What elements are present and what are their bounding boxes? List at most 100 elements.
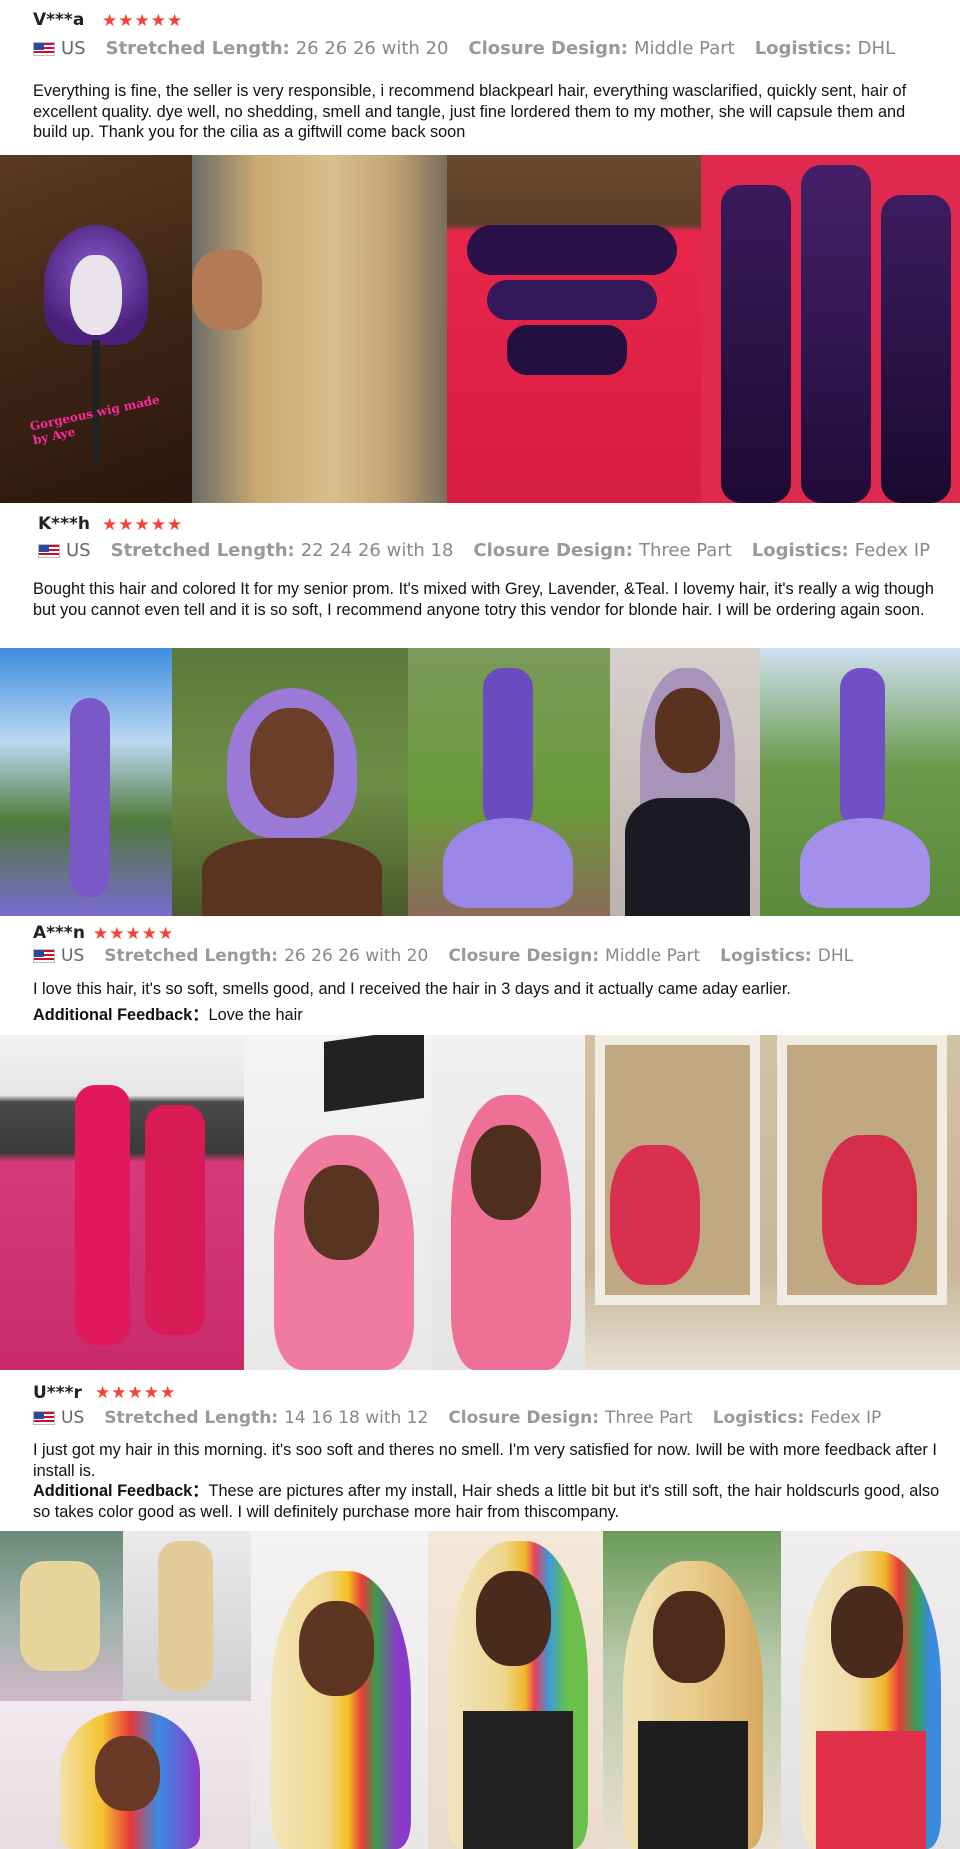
closure-value: Three Part [638,540,732,561]
star-icon: ★ [141,924,157,943]
length-value: 14 16 18 with 12 [284,1408,429,1428]
review-photo[interactable] [585,1035,772,1370]
rating-stars: ★ ★ ★ ★ ★ [102,516,182,533]
country-label: US [61,38,86,59]
us-flag-icon [33,41,55,56]
review-photo[interactable] [772,1035,960,1370]
rating-stars: ★ ★ ★ ★ ★ [95,1384,175,1401]
review-photos [0,1035,960,1370]
closure-label: Closure Design: [448,946,600,966]
review-photo[interactable] [760,648,960,916]
review-photo[interactable] [0,1701,251,1849]
star-icon: ★ [143,1383,159,1402]
star-icon: ★ [134,11,150,30]
reviewer-name: K***h [38,514,90,534]
length-label: Stretched Length: [104,946,279,966]
additional-feedback-label: Additional Feedback： [33,1482,209,1500]
closure-label: Closure Design: [448,1408,600,1428]
star-icon: ★ [102,11,118,30]
star-icon: ★ [167,11,183,30]
length-value: 26 26 26 with 20 [295,38,449,59]
closure-value: Middle Part [605,946,701,966]
logistics-label: Logistics: [720,946,812,966]
review-photo[interactable] [428,1531,603,1849]
logistics-value: DHL [817,946,854,966]
star-icon: ★ [134,515,150,534]
review-text: I love this hair, it's so soft, smells g… [33,980,791,998]
review-photo[interactable] [244,1035,431,1370]
star-icon: ★ [118,11,134,30]
closure-label: Closure Design: [473,540,633,561]
additional-feedback-text: Love the hair [208,1006,303,1024]
closure-value: Middle Part [633,38,735,59]
review-photos [0,1531,960,1849]
us-flag-icon [33,1411,55,1425]
star-icon: ★ [150,515,166,534]
review-photos [0,648,960,916]
us-flag-icon [33,949,55,963]
star-icon: ★ [167,515,183,534]
rating-stars: ★ ★ ★ ★ ★ [102,12,182,29]
reviewer-name: U***r [33,1383,82,1403]
length-value: 26 26 26 with 20 [284,946,429,966]
length-label: Stretched Length: [105,38,290,59]
review-text: I just got my hair in this morning. it's… [33,1441,937,1480]
review-photo[interactable] [431,1035,585,1370]
logistics-label: Logistics: [712,1408,805,1428]
review-text: Everything is fine, the seller is very r… [33,82,907,141]
review-photo[interactable] [701,155,960,503]
review-card: U***r ★ ★ ★ ★ ★ US Stretched Length: 14 … [0,1370,960,1849]
logistics-value: Fedex IP [810,1408,882,1428]
review-card: K***h ★ ★ ★ ★ ★ US Stretched Length: 22 … [0,503,960,916]
reviewer-name: V***a [33,10,85,30]
closure-label: Closure Design: [468,38,628,59]
review-photo[interactable] [603,1531,781,1849]
review-photo[interactable] [447,155,701,503]
star-icon: ★ [160,1383,176,1402]
length-value: 22 24 26 with 18 [300,540,454,561]
review-card: V***a ★ ★ ★ ★ ★ US Stretched Length: 26 … [0,0,960,503]
logistics-label: Logistics: [751,540,849,561]
review-meta: US Stretched Length: 26 26 26 with 20 Cl… [33,38,915,59]
length-label: Stretched Length: [104,1408,279,1428]
country-label: US [66,540,91,561]
reviewer-name: A***n [33,923,85,943]
review-photo[interactable] [408,648,610,916]
review-meta: US Stretched Length: 14 16 18 with 12 Cl… [33,1408,901,1428]
additional-feedback-label: Additional Feedback： [33,1006,209,1024]
additional-feedback: Additional Feedback：Love the hair [33,1005,943,1026]
star-icon: ★ [95,1383,111,1402]
review-meta: US Stretched Length: 26 26 26 with 20 Cl… [33,946,873,966]
star-icon: ★ [158,924,174,943]
review-photos: Gorgeous wig made by Aye [0,155,960,503]
review-photo[interactable] [781,1531,960,1849]
review-photo[interactable] [0,648,172,916]
review-text: Bought this hair and colored It for my s… [33,580,934,619]
star-icon: ★ [118,515,134,534]
review-photo[interactable] [0,1531,123,1701]
star-icon: ★ [102,515,118,534]
review-photo[interactable] [172,648,408,916]
additional-feedback: Additional Feedback：These are pictures a… [33,1481,943,1522]
review-photo[interactable]: Gorgeous wig made by Aye [0,155,192,503]
star-icon: ★ [93,924,109,943]
review-photo[interactable] [0,1035,244,1370]
closure-value: Three Part [605,1408,693,1428]
review-photo[interactable] [192,155,447,503]
star-icon: ★ [111,1383,127,1402]
logistics-value: Fedex IP [854,540,930,561]
review-card: A***n ★ ★ ★ ★ ★ US Stretched Length: 26 … [0,916,960,1370]
star-icon: ★ [125,924,141,943]
review-meta: US Stretched Length: 22 24 26 with 18 Cl… [38,540,950,561]
country-label: US [61,1408,85,1428]
logistics-label: Logistics: [754,38,852,59]
length-label: Stretched Length: [110,540,295,561]
review-photo[interactable] [610,648,760,916]
star-icon: ★ [127,1383,143,1402]
logistics-value: DHL [857,38,896,59]
star-icon: ★ [109,924,125,943]
review-photo[interactable] [123,1531,251,1701]
review-photo[interactable] [251,1531,428,1849]
country-label: US [61,946,85,966]
us-flag-icon [38,543,60,558]
